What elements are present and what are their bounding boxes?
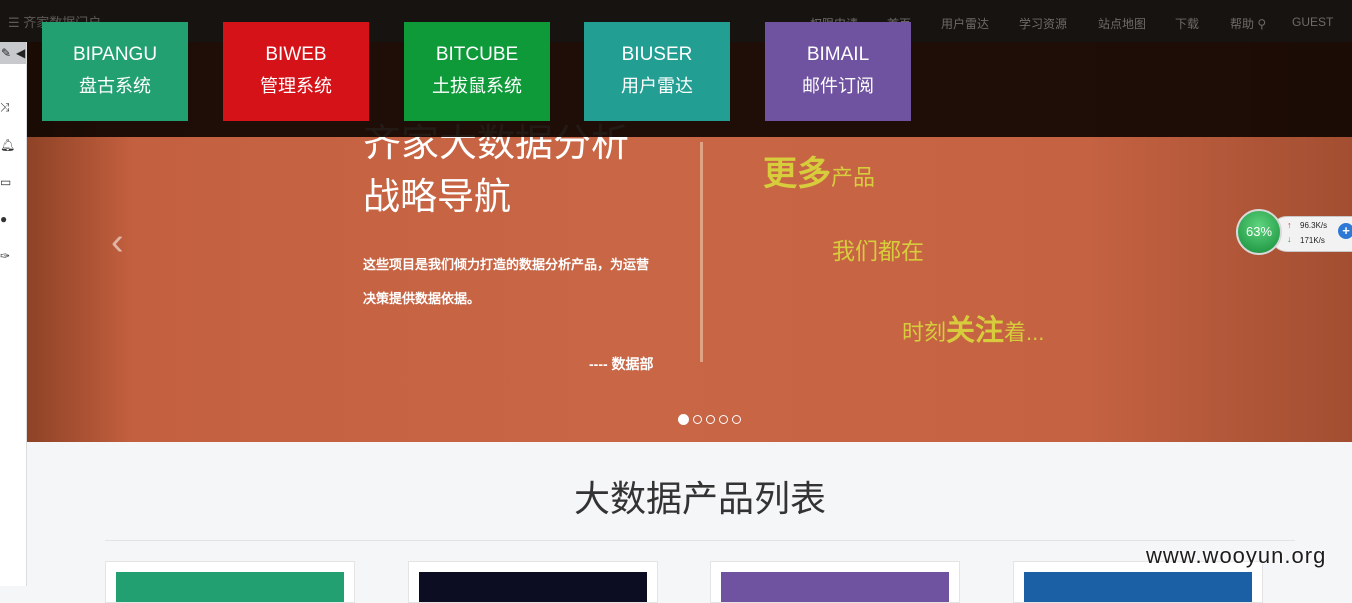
tagline-time: 时刻关注着... — [902, 307, 1044, 349]
monitor-icon[interactable]: ▭ — [0, 175, 14, 189]
tagline-time-c: 着... — [1004, 320, 1045, 345]
tagline-more-small: 产品 — [831, 165, 876, 190]
tagline-more-big: 更多 — [763, 155, 831, 193]
tile-title: BIUSER — [621, 44, 693, 65]
nav-user-radar[interactable]: 用户雷达 — [941, 15, 989, 32]
tile-title: BIMAIL — [806, 44, 870, 65]
carousel-indicator-4[interactable] — [719, 415, 728, 424]
tile-subtitle: 邮件订阅 — [802, 76, 874, 96]
shuffle-icon[interactable]: ⤨ — [0, 100, 14, 114]
product-card-image — [419, 572, 647, 602]
watermark: www.wooyun.org — [1146, 543, 1327, 568]
tile-bimail[interactable]: BIMAIL 邮件订阅 — [765, 22, 911, 121]
hero-title-line2: 战略导航 — [363, 176, 511, 217]
carousel-indicator-1[interactable] — [678, 414, 689, 425]
nav-download[interactable]: 下载 — [1175, 15, 1199, 32]
tagline-time-a: 时刻 — [902, 320, 947, 345]
carousel-prev-icon[interactable]: ‹ — [111, 222, 133, 262]
memory-percent-gauge[interactable]: 63% — [1236, 209, 1282, 255]
tile-subtitle: 用户雷达 — [621, 76, 693, 96]
tile-subtitle: 管理系统 — [260, 76, 332, 96]
tile-title: BITCUBE — [435, 44, 519, 65]
carousel-indicators — [678, 411, 745, 425]
product-card-image — [1024, 572, 1252, 602]
bell-icon[interactable]: 🔔︎ — [0, 138, 15, 152]
upload-arrow-icon: ↑ — [1287, 220, 1292, 230]
carousel-indicator-5[interactable] — [732, 415, 741, 424]
pin-icon: ⚲ — [1257, 17, 1267, 31]
tile-biweb[interactable]: BIWEB 管理系统 — [223, 22, 369, 121]
nav-user-guest[interactable]: GUEST — [1292, 15, 1333, 29]
download-arrow-icon: ↓ — [1287, 234, 1292, 244]
tile-subtitle: 土拔鼠系统 — [432, 76, 522, 96]
product-card-3[interactable] — [710, 561, 960, 603]
hero-divider — [700, 142, 703, 362]
tile-title: BIWEB — [265, 44, 327, 65]
user-icon[interactable]: ● — [0, 212, 14, 226]
tagline-time-b: 关注 — [946, 315, 1005, 347]
tile-bitcube[interactable]: BITCUBE 土拔鼠系统 — [404, 22, 550, 121]
carousel-indicator-3[interactable] — [706, 415, 715, 424]
tile-title: BIPANGU — [72, 44, 158, 65]
product-card-2[interactable] — [408, 561, 658, 603]
sidebar-toggle[interactable]: ✎ ◀ — [0, 42, 26, 64]
nav-learning-resources[interactable]: 学习资源 — [1019, 15, 1067, 32]
plus-icon[interactable]: + — [1338, 223, 1352, 239]
section-divider — [105, 540, 1295, 541]
upload-speed: 96.3K/s — [1300, 221, 1328, 230]
hero-signature: ---- 数据部 — [589, 356, 654, 372]
download-speed: 171K/s — [1300, 236, 1325, 245]
tile-subtitle: 盘古系统 — [79, 76, 151, 96]
nav-sitemap[interactable]: 站点地图 — [1098, 15, 1146, 32]
tagline-more: 更多产品 — [763, 146, 875, 195]
network-speed-widget[interactable]: ↑ 96.3K/s ↓ 171K/s 63% + — [1236, 209, 1352, 259]
pencil-icon: ✎ — [1, 46, 12, 60]
carousel-indicator-2[interactable] — [693, 415, 702, 424]
wrench-icon[interactable]: ✑ — [0, 249, 14, 263]
section-title: 大数据产品列表 — [573, 478, 826, 519]
tile-biuser[interactable]: BIUSER 用户雷达 — [584, 22, 730, 121]
product-card-image — [721, 572, 949, 602]
nav-help-label: 帮助 — [1230, 17, 1255, 31]
tile-bipangu[interactable]: BIPANGU 盘古系统 — [42, 22, 188, 121]
hero-description-line2: 决策提供数据依据。 — [363, 291, 481, 306]
nav-help[interactable]: 帮助 ⚲ — [1230, 15, 1266, 32]
product-card-1[interactable] — [105, 561, 355, 603]
hero-description-line1: 这些项目是我们倾力打造的数据分析产品，为运营 — [363, 257, 650, 272]
product-card-image — [116, 572, 344, 602]
tagline-we: 我们都在 — [832, 238, 924, 264]
